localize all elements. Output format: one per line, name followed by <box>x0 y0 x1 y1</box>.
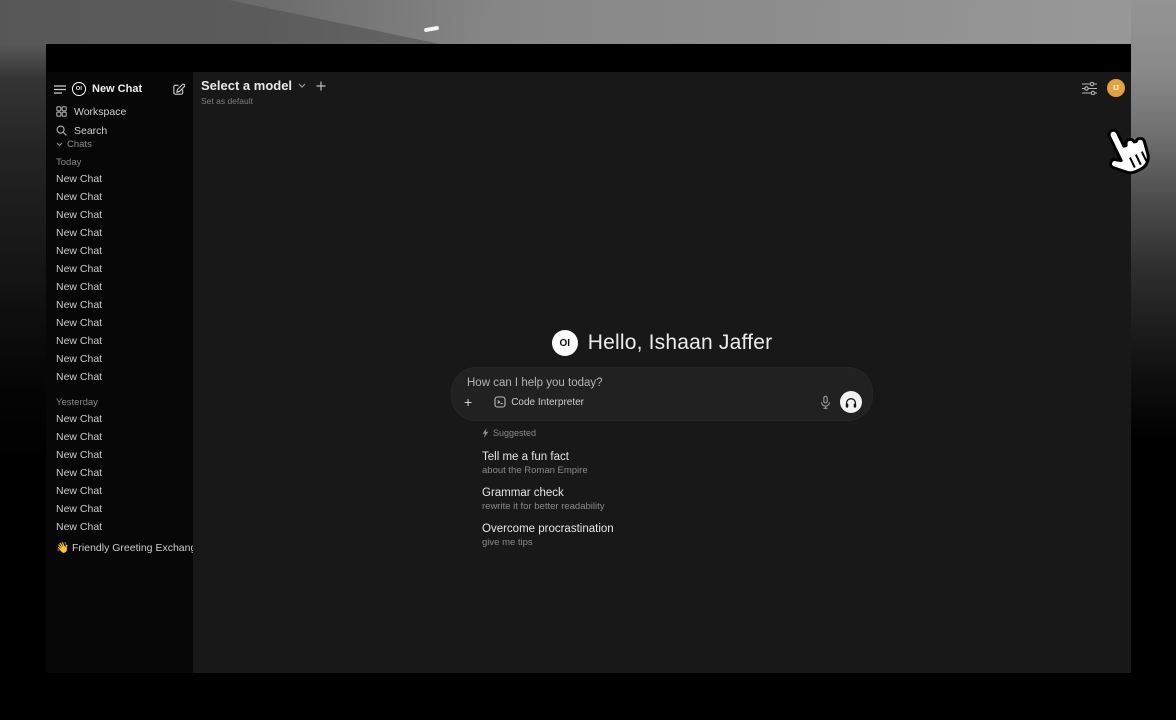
sidebar-chat-named[interactable]: 👋 Friendly Greeting Exchange <box>46 538 193 556</box>
sidebar-chat-item[interactable]: New Chat <box>46 278 193 296</box>
code-interpreter-icon <box>494 396 506 408</box>
chat-section: TodayNew ChatNew ChatNew ChatNew ChatNew… <box>46 154 193 386</box>
app-logo: OI <box>72 82 86 96</box>
bolt-icon <box>482 428 489 438</box>
suggested-prompt-title: Tell me a fun fact <box>482 451 872 463</box>
sidebar-chat-item[interactable]: New Chat <box>46 242 193 260</box>
window-top-strip <box>46 44 1131 72</box>
sidebar-chat-item[interactable]: New Chat <box>46 368 193 386</box>
sidebar-chat-item[interactable]: New Chat <box>46 410 193 428</box>
named-chat-label: 👋 Friendly Greeting Exchange <box>56 541 202 554</box>
suggested-prompt-subtitle: give me tips <box>482 537 872 548</box>
sidebar: OI New Chat Wo <box>46 72 193 673</box>
sidebar-chat-item[interactable]: New Chat <box>46 170 193 188</box>
workspace-label: Workspace <box>74 106 126 118</box>
model-selector-label: Select a model <box>201 78 292 93</box>
sidebar-chat-item[interactable]: New Chat <box>46 482 193 500</box>
suggested-prompt-subtitle: about the Roman Empire <box>482 465 872 476</box>
greeting-text: Hello, Ishaan Jaffer <box>588 331 773 355</box>
suggested-items: Tell me a fun fact about the Roman Empire… <box>482 451 872 548</box>
search-icon <box>56 125 67 136</box>
new-chat-icon[interactable] <box>172 83 185 96</box>
sidebar-chat-item[interactable]: New Chat <box>46 188 193 206</box>
wallpaper-right <box>1131 0 1176 470</box>
add-model-icon[interactable] <box>316 81 326 91</box>
suggested-label-row: Suggested <box>482 426 872 440</box>
controls-sliders-icon[interactable] <box>1082 82 1097 95</box>
suggested-prompt-title: Overcome procrastination <box>482 523 872 535</box>
sidebar-chat-item[interactable]: New Chat <box>46 224 193 242</box>
main-panel: Select a model Set as default IJ <box>193 72 1131 673</box>
search-label: Search <box>74 125 107 137</box>
app-window: OI New Chat Wo <box>46 44 1131 673</box>
suggested-prompt[interactable]: Grammar check rewrite it for better reada… <box>482 487 872 512</box>
voice-call-button[interactable] <box>840 391 862 413</box>
set-default-link[interactable]: Set as default <box>201 96 253 106</box>
chats-heading-label: Chats <box>67 139 92 150</box>
code-interpreter-label: Code Interpreter <box>511 397 584 408</box>
greeting-row: OI Hello, Ishaan Jaffer <box>452 328 872 358</box>
sidebar-chat-item[interactable]: New Chat <box>46 464 193 482</box>
sidebar-header: OI New Chat <box>54 78 185 100</box>
chat-section-label: Yesterday <box>46 394 193 410</box>
input-controls: + Code Interpreter <box>464 391 862 413</box>
sidebar-chat-item[interactable]: New Chat <box>46 428 193 446</box>
sidebar-chat-list: Chats TodayNew ChatNew ChatNew ChatNew C… <box>46 136 193 556</box>
topbar-right: IJ <box>1082 79 1125 97</box>
chat-sections: TodayNew ChatNew ChatNew ChatNew ChatNew… <box>46 154 193 536</box>
sidebar-chat-item[interactable]: New Chat <box>46 296 193 314</box>
sidebar-chat-item[interactable]: New Chat <box>46 446 193 464</box>
chat-input-placeholder: How can I help you today? <box>467 377 603 389</box>
suggested-prompt[interactable]: Overcome procrastination give me tips <box>482 523 872 548</box>
suggested-prompt-title: Grammar check <box>482 487 872 499</box>
suggested-prompt-subtitle: rewrite it for better readability <box>482 501 872 512</box>
suggested-label: Suggested <box>493 428 536 438</box>
code-interpreter-toggle[interactable]: Code Interpreter <box>494 396 584 408</box>
sidebar-chat-item[interactable]: New Chat <box>46 500 193 518</box>
suggested-prompt[interactable]: Tell me a fun fact about the Roman Empire <box>482 451 872 476</box>
sidebar-chat-item[interactable]: New Chat <box>46 350 193 368</box>
sidebar-chat-item[interactable]: New Chat <box>46 314 193 332</box>
wallpaper-left <box>0 44 46 464</box>
model-chevron-down-icon <box>298 83 306 88</box>
sidebar-chat-item[interactable]: New Chat <box>46 518 193 536</box>
sidebar-chat-item[interactable]: New Chat <box>46 332 193 350</box>
headphones-icon <box>844 396 858 409</box>
sidebar-title: New Chat <box>92 83 166 95</box>
attach-plus-button[interactable]: + <box>464 392 472 412</box>
sidebar-chat-item[interactable]: New Chat <box>46 206 193 224</box>
chat-input-box[interactable]: How can I help you today? + Code Interpr… <box>452 368 872 420</box>
microphone-icon[interactable] <box>819 395 832 410</box>
suggested-section: Suggested Tell me a fun fact about the Ro… <box>452 426 872 548</box>
chat-section-label: Today <box>46 154 193 170</box>
center-content: OI Hello, Ishaan Jaffer How can I help y… <box>452 324 872 548</box>
sidebar-item-workspace[interactable]: Workspace <box>46 102 193 121</box>
chat-section: YesterdayNew ChatNew ChatNew ChatNew Cha… <box>46 394 193 536</box>
greeting-logo: OI <box>552 330 578 356</box>
sidebar-toggle-icon[interactable] <box>54 85 66 94</box>
chats-heading[interactable]: Chats <box>46 136 193 152</box>
input-right-controls <box>819 391 862 413</box>
model-selector[interactable]: Select a model <box>201 78 326 93</box>
chevron-down-icon <box>56 142 63 147</box>
workspace-grid-icon <box>56 106 67 117</box>
sidebar-chat-item[interactable]: New Chat <box>46 260 193 278</box>
user-avatar[interactable]: IJ <box>1107 79 1125 97</box>
sidebar-nav: Workspace Search <box>46 102 193 140</box>
